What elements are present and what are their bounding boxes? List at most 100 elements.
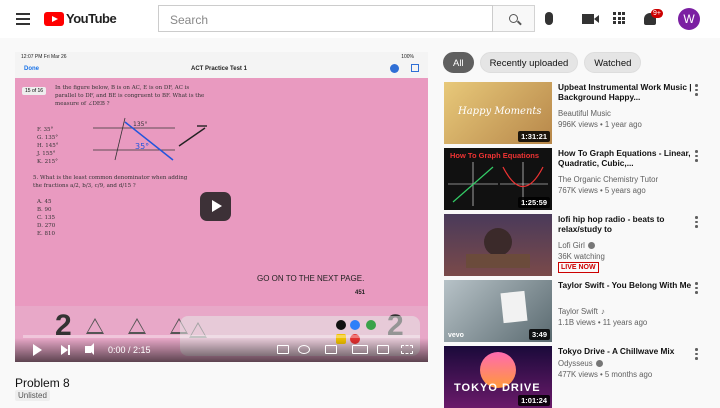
- video-title[interactable]: Upbeat Instrumental Work Music | Backgro…: [558, 82, 696, 102]
- answer-choices-2: A. 45 B. 90 C. 135 D. 270 E. 810: [37, 198, 55, 238]
- choice: J. 155°: [37, 151, 56, 157]
- settings-gear-icon[interactable]: [298, 345, 310, 354]
- video-thumbnail[interactable]: How To Graph Equations 1:25:59: [444, 148, 552, 210]
- question-line: measure of ∠DEB ?: [55, 101, 110, 107]
- video-player[interactable]: 12:07 PM Fri Mar 26 100% Done ACT Practi…: [15, 52, 428, 362]
- next-icon[interactable]: [61, 345, 70, 355]
- avatar[interactable]: W: [678, 8, 700, 30]
- page-number: 451: [355, 290, 366, 296]
- more-options-icon[interactable]: [695, 150, 698, 164]
- duration-badge: 1:31:21: [518, 131, 550, 142]
- create-video-icon[interactable]: [582, 14, 599, 24]
- channel-name[interactable]: Beautiful Music: [558, 109, 611, 118]
- top-bar: YouTube Search 9+ W: [0, 0, 720, 38]
- recommendation-item[interactable]: vevo 3:49 Taylor Swift - You Belong With…: [444, 280, 719, 342]
- thumbnail-text: TOKYO DRIVE: [454, 382, 541, 394]
- microphone-icon[interactable]: [545, 12, 553, 25]
- go-on-text: GO ON TO THE NEXT PAGE.: [257, 274, 365, 283]
- choice: K. 215°: [37, 159, 58, 165]
- recommendation-item[interactable]: How To Graph Equations 1:25:59 How To Gr…: [444, 148, 719, 210]
- ipad-doc-title: ACT Practice Test 1: [191, 66, 247, 72]
- cast-icon[interactable]: [377, 345, 389, 354]
- ipad-toolbar: 12:07 PM Fri Mar 26 100% Done ACT Practi…: [15, 52, 428, 78]
- video-thumbnail[interactable]: Happy Moments 1:31:21: [444, 82, 552, 144]
- recommendation-item[interactable]: Happy Moments 1:31:21 Upbeat Instrumenta…: [444, 82, 719, 144]
- video-title[interactable]: Taylor Swift - You Belong With Me: [558, 280, 696, 290]
- color-green-icon: [366, 320, 376, 330]
- big-play-button[interactable]: [200, 192, 231, 221]
- video-title[interactable]: How To Graph Equations - Linear, Quadrat…: [558, 148, 696, 168]
- answer-choices: F. 35° G. 135° H. 145° J. 155° K. 215°: [37, 126, 59, 166]
- video-thumbnail[interactable]: vevo 3:49: [444, 280, 552, 342]
- channel-name[interactable]: The Organic Chemistry Tutor: [558, 175, 658, 184]
- question-line: 5. What is the least common denominator …: [33, 175, 188, 181]
- logo-text: YouTube: [66, 11, 117, 26]
- more-options-icon[interactable]: [695, 348, 698, 362]
- triangle-icon: [86, 318, 104, 334]
- channel-name-text: Lofi Girl: [558, 241, 585, 250]
- notification-badge: 9+: [651, 9, 663, 18]
- fullscreen-icon[interactable]: [401, 345, 413, 354]
- youtube-play-logo-icon: [44, 11, 64, 26]
- recommendation-item[interactable]: lofi hip hop radio - beats to relax/stud…: [444, 214, 719, 276]
- video-meta: 477K views • 5 months ago: [558, 370, 653, 379]
- ipad-status-time: 12:07 PM Fri Mar 26: [21, 54, 67, 60]
- video-meta: 36K watching: [558, 252, 605, 261]
- volume-icon[interactable]: [85, 343, 94, 355]
- verified-check-icon: [587, 242, 595, 250]
- desk-shape: [466, 254, 530, 268]
- video-title[interactable]: lofi hip hop radio - beats to relax/stud…: [558, 214, 696, 234]
- choice: D. 270: [37, 223, 56, 229]
- time-display: 0:00 / 2:15: [108, 345, 151, 355]
- captions-icon[interactable]: [277, 345, 289, 354]
- duration-badge: 1:01:24: [518, 395, 550, 406]
- music-note-icon: ♪: [600, 307, 605, 316]
- video-thumbnail[interactable]: TOKYO DRIVE 1:01:24: [444, 346, 552, 408]
- lofi-girl-figure: [484, 228, 512, 256]
- search-icon: [509, 14, 518, 23]
- choice: E. 810: [37, 231, 56, 237]
- sign-paper-shape: [500, 290, 528, 324]
- search-button[interactable]: [493, 5, 535, 32]
- video-title[interactable]: Tokyo Drive - A Chillwave Mix: [558, 346, 696, 356]
- recommendation-item[interactable]: TOKYO DRIVE 1:01:24 Tokyo Drive - A Chil…: [444, 346, 719, 408]
- video-thumbnail[interactable]: [444, 214, 552, 276]
- duration-badge: 1:25:59: [518, 197, 550, 208]
- more-options-icon[interactable]: [695, 282, 698, 296]
- choice: G. 135°: [37, 135, 58, 141]
- question-2-text: 5. What is the least common denominator …: [33, 174, 187, 190]
- chip-recently-uploaded[interactable]: Recently uploaded: [479, 52, 579, 73]
- share-icon: [411, 64, 419, 72]
- channel-name[interactable]: Lofi Girl: [558, 241, 595, 250]
- theater-mode-icon[interactable]: [352, 345, 368, 354]
- play-icon[interactable]: [33, 344, 42, 356]
- question-line: In the figure below, B is on AC, E is on…: [55, 85, 190, 91]
- search-input[interactable]: Search: [158, 5, 493, 32]
- menu-icon[interactable]: [16, 13, 30, 25]
- miniplayer-icon[interactable]: [325, 345, 337, 354]
- choice: H. 145°: [37, 143, 59, 149]
- more-options-icon[interactable]: [695, 216, 698, 230]
- choice: A. 45: [37, 199, 52, 205]
- video-meta: 996K views • 1 year ago: [558, 120, 642, 129]
- more-options-icon[interactable]: [695, 84, 698, 98]
- question-line: parallel to DF, and BE is congruent to B…: [55, 93, 205, 99]
- thumbnail-text: Happy Moments: [458, 106, 542, 117]
- ipad-battery: 100%: [401, 54, 414, 60]
- channel-name[interactable]: Odysseus: [558, 359, 603, 368]
- markup-icon: [390, 64, 399, 73]
- vevo-logo: vevo: [448, 332, 464, 339]
- apps-grid-icon[interactable]: [613, 12, 625, 24]
- duration-badge: 3:49: [528, 329, 550, 340]
- filter-chips: All Recently uploaded Watched: [443, 52, 642, 73]
- choice: C. 135: [37, 215, 56, 221]
- live-badge: LIVE NOW: [558, 262, 599, 273]
- chip-watched[interactable]: Watched: [584, 52, 642, 73]
- choice: B. 90: [37, 207, 52, 213]
- color-blue-icon: [350, 320, 360, 330]
- youtube-logo[interactable]: YouTube: [44, 11, 117, 26]
- color-black-icon: [336, 320, 346, 330]
- question-line: the fractions a/2, b/3, c/9, and d/15 ?: [33, 183, 136, 189]
- channel-name[interactable]: Taylor Swift ♪: [558, 307, 605, 316]
- chip-all[interactable]: All: [443, 52, 474, 73]
